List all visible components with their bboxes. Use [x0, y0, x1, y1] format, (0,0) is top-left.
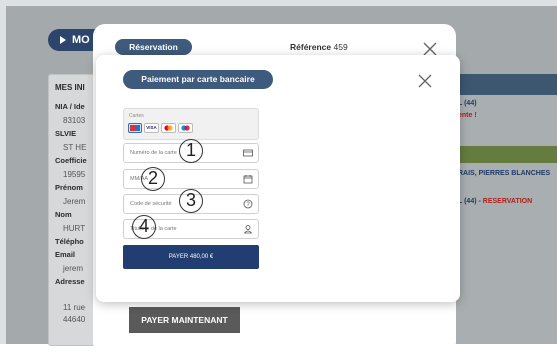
panel-address-line: 44640 — [63, 315, 86, 324]
panel-value: ST HE — [63, 143, 87, 152]
panel-label: Coefficie — [55, 156, 87, 165]
panel-label: SLVIE — [55, 129, 77, 138]
calendar-icon — [243, 175, 253, 184]
security-code-placeholder: Code de sécurité — [130, 201, 172, 207]
card-icon — [243, 149, 253, 157]
card-modal-close-icon[interactable] — [417, 73, 433, 89]
background-green-header — [455, 146, 557, 163]
panel-label: NIA / Ide — [55, 102, 85, 111]
background-reservation-text: RESERVATION — [482, 198, 533, 205]
panel-value: jerem — [63, 264, 84, 273]
panel-label: Email — [55, 250, 76, 259]
card-number-placeholder: Numéro de la carte — [130, 150, 177, 156]
reference-label: Référence — [290, 42, 332, 52]
background-info-panel: MES INI NIA / Ide 83103 SLVIE ST HE Coef… — [48, 74, 96, 346]
background-text: RAIS, PIERRES BLANCHES — [458, 170, 551, 177]
panel-address-line: 11 rue — [63, 303, 86, 312]
panel-label: Adresse — [55, 277, 85, 286]
background-blue-header — [455, 74, 557, 95]
person-icon — [243, 225, 253, 234]
play-icon — [60, 36, 66, 45]
callout-3: 3 — [179, 189, 203, 213]
pay-now-button[interactable]: PAYER MAINTENANT — [129, 307, 240, 333]
background-text: L (44) - RESERVATION — [458, 198, 532, 205]
help-icon: ? — [243, 199, 253, 209]
visa-card-icon[interactable]: VISA — [144, 123, 159, 133]
cards-label: Cartes — [129, 113, 144, 119]
background-text-part: L (44) - — [458, 198, 483, 205]
panel-label: Télépho — [55, 237, 84, 246]
callout-1: 1 — [179, 139, 203, 163]
reservation-reference: Référence 459 — [290, 42, 348, 52]
panel-value: HURT — [63, 224, 86, 233]
pay-button[interactable]: PAYER 480,00 € — [123, 245, 259, 269]
panel-title: MES INI — [55, 83, 85, 92]
callout-2: 2 — [141, 167, 165, 191]
panel-value: 83103 — [63, 116, 86, 125]
cb-card-icon[interactable] — [128, 123, 142, 133]
reservation-title: Réservation — [115, 39, 192, 55]
callout-4: 4 — [132, 215, 156, 239]
panel-label: Prénom — [55, 183, 83, 192]
panel-label: Nom — [55, 210, 72, 219]
maestro-card-icon[interactable] — [178, 123, 193, 133]
mastercard-card-icon[interactable] — [161, 123, 176, 133]
panel-value: Jerem — [63, 197, 86, 206]
card-modal-title: Paiement par carte bancaire — [123, 70, 273, 89]
reference-value: 459 — [333, 42, 348, 52]
panel-value: 19595 — [63, 170, 86, 179]
background-text: L (44) — [458, 100, 477, 107]
background-menu-label: MO — [72, 34, 90, 46]
background-alert-text: ente ! — [458, 112, 477, 119]
